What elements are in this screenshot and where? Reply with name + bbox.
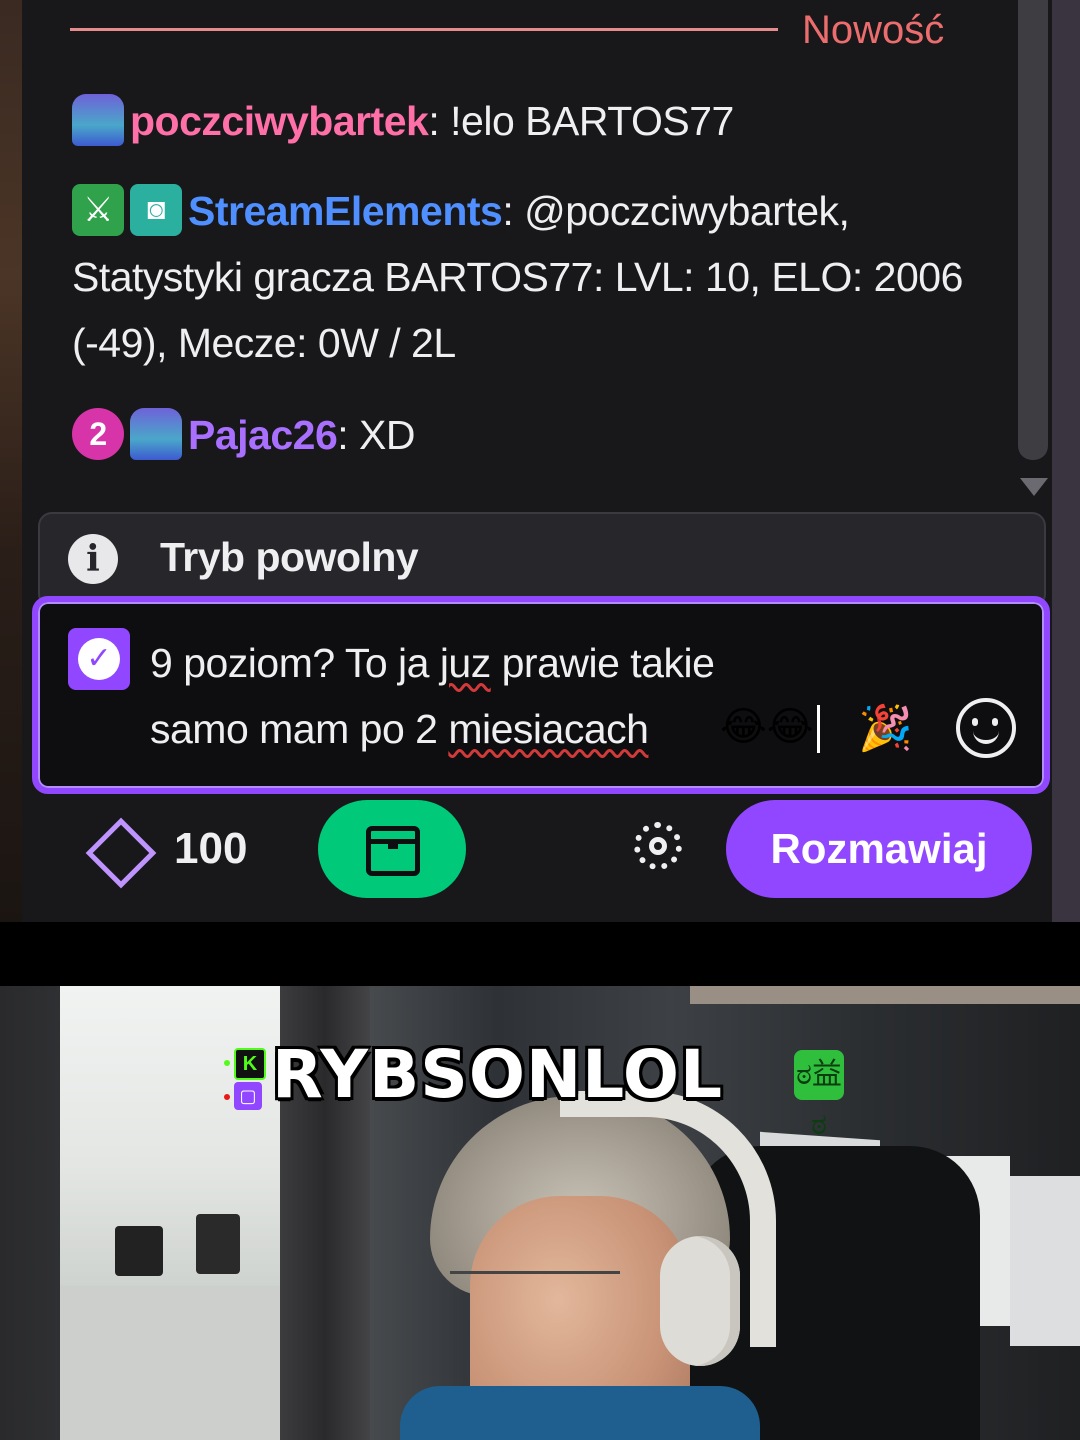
- chat-separator: :: [428, 98, 440, 144]
- plant-pot: [196, 1214, 240, 1274]
- window-sill: [60, 1286, 300, 1440]
- text-caret: [817, 705, 821, 754]
- input-text-part: prawie takie: [490, 640, 715, 686]
- bonus-chest-button[interactable]: [318, 800, 466, 898]
- chat-username[interactable]: StreamElements: [188, 188, 503, 234]
- prime-icon[interactable]: [72, 94, 124, 147]
- chat-message: ⚔ ◙ StreamElements: @poczciwybartek, Staty…: [72, 178, 972, 376]
- emote-picker-icon[interactable]: [956, 698, 1016, 758]
- chat-message-text: XD: [348, 412, 416, 458]
- channel-points-icon[interactable]: [85, 817, 157, 889]
- misspelled-word[interactable]: miesiacach: [448, 706, 649, 752]
- party-popper-icon[interactable]: 🎉: [858, 702, 913, 754]
- robot-icon[interactable]: ◙: [130, 184, 182, 237]
- plant-pot: [115, 1226, 163, 1276]
- twitch-logo-icon: ▢: [234, 1082, 262, 1110]
- slow-mode-notice: i Tryb powolny: [38, 512, 1046, 608]
- webcam-feed: K ▢ RYBSONLOL ಠ益ಠ: [0, 986, 1080, 1440]
- misspelled-word[interactable]: juz: [440, 640, 491, 686]
- chat-settings-icon[interactable]: [634, 822, 682, 870]
- status-dot: [224, 1094, 230, 1100]
- streamer-name: RYBSONLOL: [272, 1036, 724, 1113]
- kick-logo-icon: K: [234, 1048, 266, 1080]
- chat-username[interactable]: poczciwybartek: [130, 98, 429, 144]
- input-emotes: 😂😂: [720, 704, 821, 754]
- chest-icon: [366, 826, 420, 876]
- laughing-emote-icon: 😂😂: [720, 705, 814, 749]
- chat-region: Nowość poczciwybartek: !elo BARTOS77 ⚔ ◙ S…: [0, 0, 1080, 922]
- chat-message: poczciwybartek: !elo BARTOS77: [72, 88, 734, 154]
- wall-frame: [1010, 1176, 1080, 1346]
- chat-panel: Nowość poczciwybartek: !elo BARTOS77 ⚔ ◙ S…: [22, 0, 1052, 922]
- chat-separator: :: [502, 188, 514, 234]
- info-icon: i: [68, 534, 118, 584]
- new-messages-label: Nowość: [802, 8, 945, 52]
- new-messages-divider: [70, 28, 778, 31]
- channel-points-value[interactable]: 100: [174, 824, 247, 874]
- angry-emote-icon: ಠ益ಠ: [794, 1050, 844, 1141]
- prime-icon[interactable]: [130, 408, 182, 461]
- streamer-shirt: [400, 1386, 760, 1440]
- sub-badge-icon[interactable]: 2: [72, 408, 124, 461]
- chat-separator: :: [337, 412, 349, 458]
- chat-input[interactable]: ✓ 9 poziom? To ja juz prawie takie samo …: [32, 596, 1050, 794]
- chat-message-text: !elo BARTOS77: [439, 98, 734, 144]
- headphone-cup: [660, 1236, 740, 1366]
- slow-mode-label: Tryb powolny: [160, 534, 419, 580]
- chat-username[interactable]: Pajac26: [188, 412, 338, 458]
- chat-message: 2 Pajac26: XD: [72, 402, 416, 468]
- verified-badge-icon[interactable]: ✓: [68, 628, 130, 690]
- wall-shelf: [690, 986, 1080, 1004]
- input-text-part: 9 poziom? To ja: [150, 640, 440, 686]
- input-text-part: samo mam po 2: [150, 706, 449, 752]
- scroll-down-icon[interactable]: [1020, 478, 1048, 496]
- status-dot: [224, 1060, 230, 1066]
- streamer-tag: K ▢ RYBSONLOL ಠ益ಠ: [0, 1008, 1080, 1141]
- chat-scrollbar[interactable]: [1018, 0, 1048, 460]
- sword-icon[interactable]: ⚔: [72, 184, 124, 237]
- chat-send-button[interactable]: Rozmawiaj: [726, 800, 1032, 898]
- background-strip-right: [1052, 0, 1080, 922]
- background-strip-left: [0, 0, 22, 922]
